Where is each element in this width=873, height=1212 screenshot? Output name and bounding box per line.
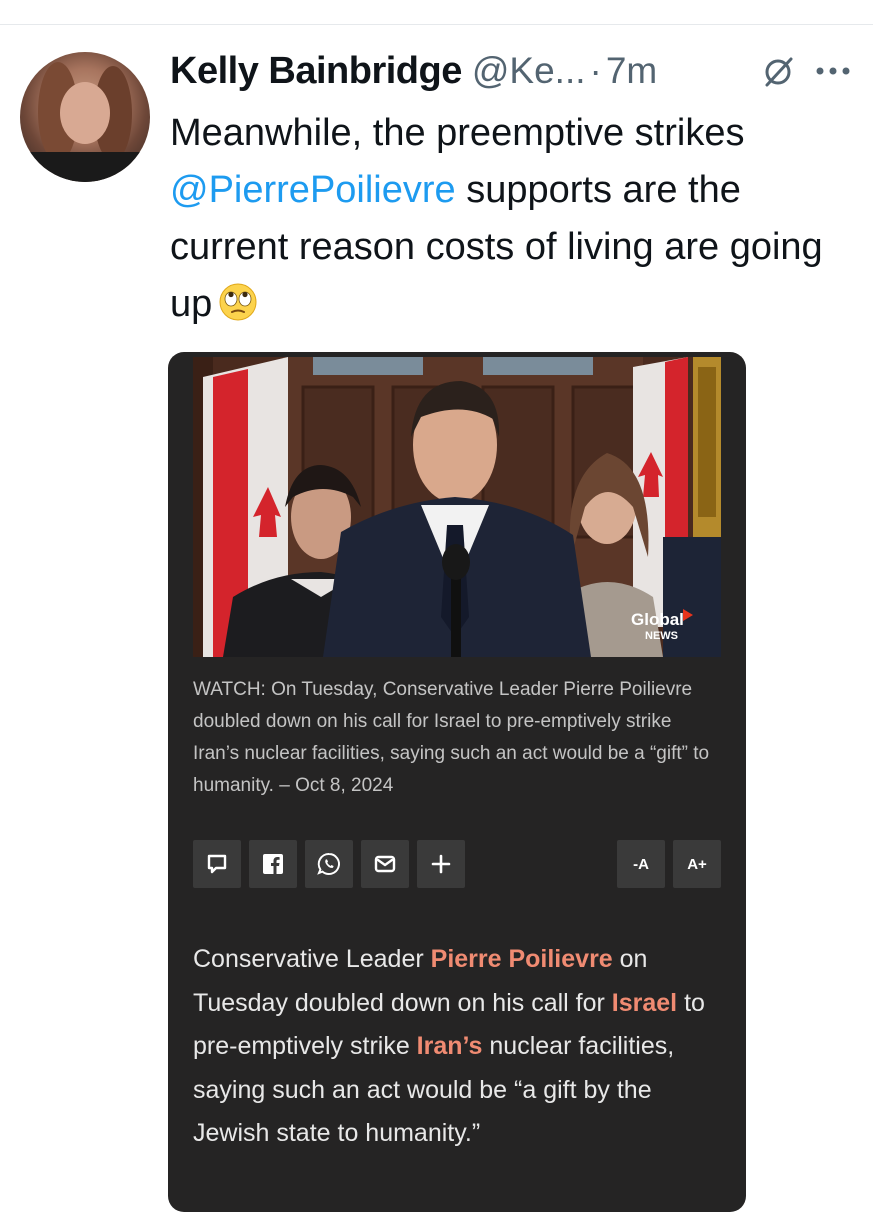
top-divider [0,24,873,25]
rolling-eyes-emoji-icon [219,283,257,321]
news-video-thumbnail[interactable]: Global NEWS [193,357,721,657]
increase-text-size-button[interactable]: A+ [673,840,721,888]
global-news-watermark-line1: Global [631,610,684,629]
whatsapp-icon [317,852,340,875]
grok-icon[interactable] [760,54,796,90]
author-handle[interactable]: @Ke... [472,50,586,92]
email-share-button[interactable] [361,840,409,888]
tweet-text: Meanwhile, the preemptive strikes @Pierr… [170,105,860,333]
separator-dot: · [589,50,602,91]
comment-icon [207,854,227,874]
mention-link[interactable]: @PierrePoilievre [170,169,456,211]
news-card[interactable]: Global NEWS WATCH: On Tuesday, Conservat… [168,352,746,1212]
more-options-icon[interactable] [815,66,851,76]
avatar[interactable] [20,52,150,182]
article-paragraph: Conservative Leader Pierre Poilievre on … [193,938,721,1156]
press-conference-image: Global NEWS [193,357,721,657]
comment-button[interactable] [193,840,241,888]
share-toolbar: -A A+ [193,840,721,890]
article-text-1: Conservative Leader [193,945,431,973]
whatsapp-share-button[interactable] [305,840,353,888]
email-icon [374,855,396,873]
author-name[interactable]: Kelly Bainbridge [170,50,462,93]
timestamp[interactable]: 7m [606,50,657,92]
tweet-text-part-1: Meanwhile, the preemptive strikes [170,112,745,154]
article-link-iran[interactable]: Iran’s [417,1032,483,1060]
global-news-watermark-line2: NEWS [645,630,678,642]
article-link-pierre-poilievre[interactable]: Pierre Poilievre [431,945,613,973]
tweet-header: Kelly Bainbridge @Ke... · 7m [170,50,657,94]
video-caption: WATCH: On Tuesday, Conservative Leader P… [193,679,710,796]
more-share-button[interactable] [417,840,465,888]
plus-icon [431,854,451,874]
article-link-israel[interactable]: Israel [612,989,677,1017]
facebook-share-button[interactable] [249,840,297,888]
facebook-icon [263,854,283,874]
decrease-text-size-button[interactable]: -A [617,840,665,888]
